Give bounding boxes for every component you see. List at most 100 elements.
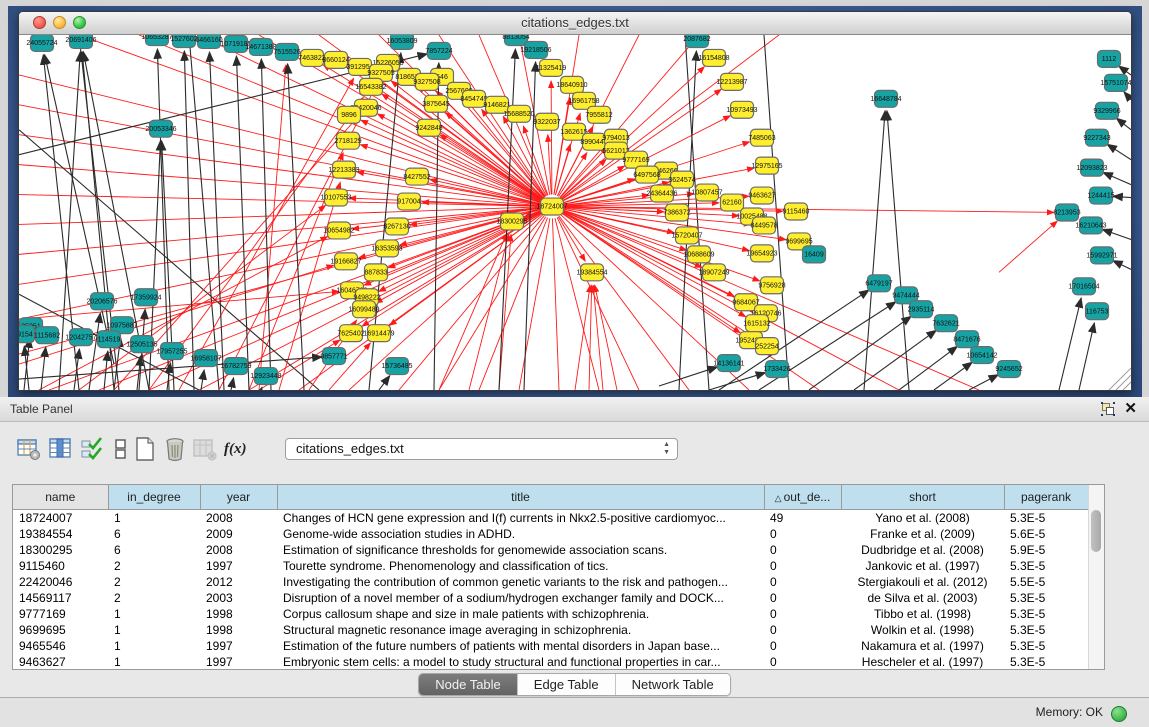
- network-view-window[interactable]: citations_edges.txt: [18, 11, 1132, 391]
- network-edge[interactable]: [45, 55, 114, 364]
- network-node[interactable]: 917004: [397, 193, 420, 210]
- table-cell[interactable]: 1: [108, 622, 200, 638]
- network-node[interactable]: 16543382: [355, 78, 386, 95]
- network-graph[interactable]: 1872400718300295193845547463822866012439…: [19, 35, 1131, 390]
- network-node[interactable]: 24364436: [646, 185, 677, 202]
- table-cell[interactable]: 2: [108, 574, 200, 590]
- table-cell[interactable]: 5.3E-5: [1004, 606, 1088, 622]
- network-node[interactable]: 887833: [364, 264, 387, 281]
- network-node[interactable]: 10654142: [966, 347, 997, 364]
- table-cell[interactable]: Franke et al. (2009): [841, 526, 1004, 542]
- column-header-in_degree[interactable]: in_degree: [108, 485, 200, 510]
- network-edge[interactable]: [1059, 298, 1081, 390]
- network-edge[interactable]: [887, 111, 909, 390]
- column-header-short[interactable]: short: [841, 485, 1004, 510]
- table-cell[interactable]: 0: [764, 590, 841, 606]
- network-edge[interactable]: [49, 211, 541, 390]
- network-node[interactable]: 6466160: [195, 35, 222, 48]
- column-header-year[interactable]: year: [200, 485, 277, 510]
- network-canvas[interactable]: 1872400718300295193845547463822866012439…: [19, 35, 1131, 390]
- network-node[interactable]: 17957255: [156, 343, 187, 360]
- network-edge[interactable]: [809, 316, 911, 390]
- network-node[interactable]: 62160: [721, 194, 744, 211]
- network-node[interactable]: 9756928: [758, 277, 785, 294]
- table-cell[interactable]: 9699695: [13, 622, 108, 638]
- function-builder-icon[interactable]: f(x): [224, 436, 250, 462]
- network-edge[interactable]: [969, 375, 998, 390]
- table-row[interactable]: 1456911722003Disruption of a novel membe…: [13, 590, 1088, 606]
- network-node[interactable]: 7625402: [337, 325, 364, 342]
- network-node[interactable]: 116753: [1086, 303, 1109, 320]
- network-node[interactable]: 18907249: [698, 264, 729, 281]
- network-node[interactable]: 1244415: [1087, 187, 1114, 204]
- network-node[interactable]: 12975165: [751, 157, 782, 174]
- table-row[interactable]: 977716911998Corpus callosum shape and si…: [13, 606, 1088, 622]
- column-header-title[interactable]: title: [277, 485, 764, 510]
- table-cell[interactable]: Corpus callosum shape and size in male p…: [277, 606, 764, 622]
- table-column-icon[interactable]: [48, 436, 74, 462]
- network-node[interactable]: 7515526: [273, 43, 300, 60]
- select-columns-check-icon[interactable]: [80, 436, 106, 462]
- table-select-combo[interactable]: citations_edges.txt ▲▼: [285, 438, 678, 460]
- network-node[interactable]: 17359924: [130, 289, 161, 306]
- table-cell[interactable]: 2008: [200, 510, 277, 527]
- table-cell[interactable]: 1997: [200, 638, 277, 654]
- network-edge[interactable]: [236, 56, 249, 390]
- table-cell[interactable]: 5.3E-5: [1004, 558, 1088, 574]
- table-row[interactable]: 969969511998Structural magnetic resonanc…: [13, 622, 1088, 638]
- table-cell[interactable]: 9463627: [13, 654, 108, 670]
- network-node[interactable]: 9227343: [1083, 129, 1110, 146]
- network-node[interactable]: 15736485: [381, 358, 412, 375]
- network-node[interactable]: 8427552: [403, 168, 430, 185]
- network-node[interactable]: 9322037: [533, 113, 560, 130]
- window-titlebar[interactable]: citations_edges.txt: [19, 12, 1131, 35]
- table-cell[interactable]: 0: [764, 606, 841, 622]
- column-header-out_de[interactable]: △out_de...: [764, 485, 841, 510]
- table-cell[interactable]: 2003: [200, 590, 277, 606]
- delete-table-trash-icon[interactable]: [162, 436, 188, 462]
- network-node[interactable]: 2087682: [683, 35, 710, 47]
- network-edge[interactable]: [261, 387, 262, 390]
- new-table-icon[interactable]: [132, 436, 158, 462]
- network-node[interactable]: 9245652: [995, 361, 1022, 378]
- network-node[interactable]: 9857771: [320, 348, 347, 365]
- network-node[interactable]: 15720407: [671, 227, 702, 244]
- table-cell[interactable]: de Silva et al. (2003): [841, 590, 1004, 606]
- table-cell[interactable]: Estimation of significance thresholds fo…: [277, 542, 764, 558]
- network-node[interactable]: 8471676: [953, 331, 980, 348]
- network-edge[interactable]: [1116, 118, 1131, 130]
- network-node[interactable]: 9329966: [1093, 102, 1120, 119]
- network-node[interactable]: 20053346: [145, 120, 176, 137]
- network-edge[interactable]: [19, 105, 540, 204]
- tab-edge-table[interactable]: Edge Table: [517, 674, 615, 695]
- table-cell[interactable]: 14569117: [13, 590, 108, 606]
- table-cell[interactable]: 5.9E-5: [1004, 542, 1088, 558]
- network-node[interactable]: 10107553: [320, 189, 351, 206]
- network-node[interactable]: 8267130: [383, 218, 410, 235]
- network-edge[interactable]: [210, 52, 224, 390]
- network-node[interactable]: 16210643: [1075, 217, 1106, 234]
- network-node[interactable]: 16154808: [698, 49, 729, 66]
- network-edge[interactable]: [551, 81, 552, 195]
- network-edge[interactable]: [189, 35, 219, 390]
- network-node[interactable]: 9896: [338, 106, 361, 123]
- network-node[interactable]: 8213953: [1053, 204, 1080, 221]
- network-node[interactable]: 8449578: [750, 217, 777, 234]
- network-edge[interactable]: [231, 378, 234, 390]
- table-cell[interactable]: 1997: [200, 654, 277, 670]
- table-cell[interactable]: 0: [764, 574, 841, 590]
- network-edge[interactable]: [554, 98, 570, 195]
- table-cell[interactable]: 1998: [200, 606, 277, 622]
- network-node[interactable]: 1615132: [743, 315, 770, 332]
- network-node[interactable]: 19654923: [746, 245, 777, 262]
- network-node[interactable]: 1527602: [170, 35, 197, 47]
- table-cell[interactable]: Nakamura et al. (1997): [841, 638, 1004, 654]
- network-node[interactable]: 16353593: [371, 240, 402, 257]
- network-node[interactable]: 16099489: [348, 301, 379, 318]
- table-cell[interactable]: 2008: [200, 542, 277, 558]
- table-cell[interactable]: Wolkin et al. (1998): [841, 622, 1004, 638]
- network-node[interactable]: 10688609: [683, 246, 714, 263]
- column-header-name[interactable]: name: [13, 485, 108, 510]
- table-cell[interactable]: Dudbridge et al. (2008): [841, 542, 1004, 558]
- table-cell[interactable]: 22420046: [13, 574, 108, 590]
